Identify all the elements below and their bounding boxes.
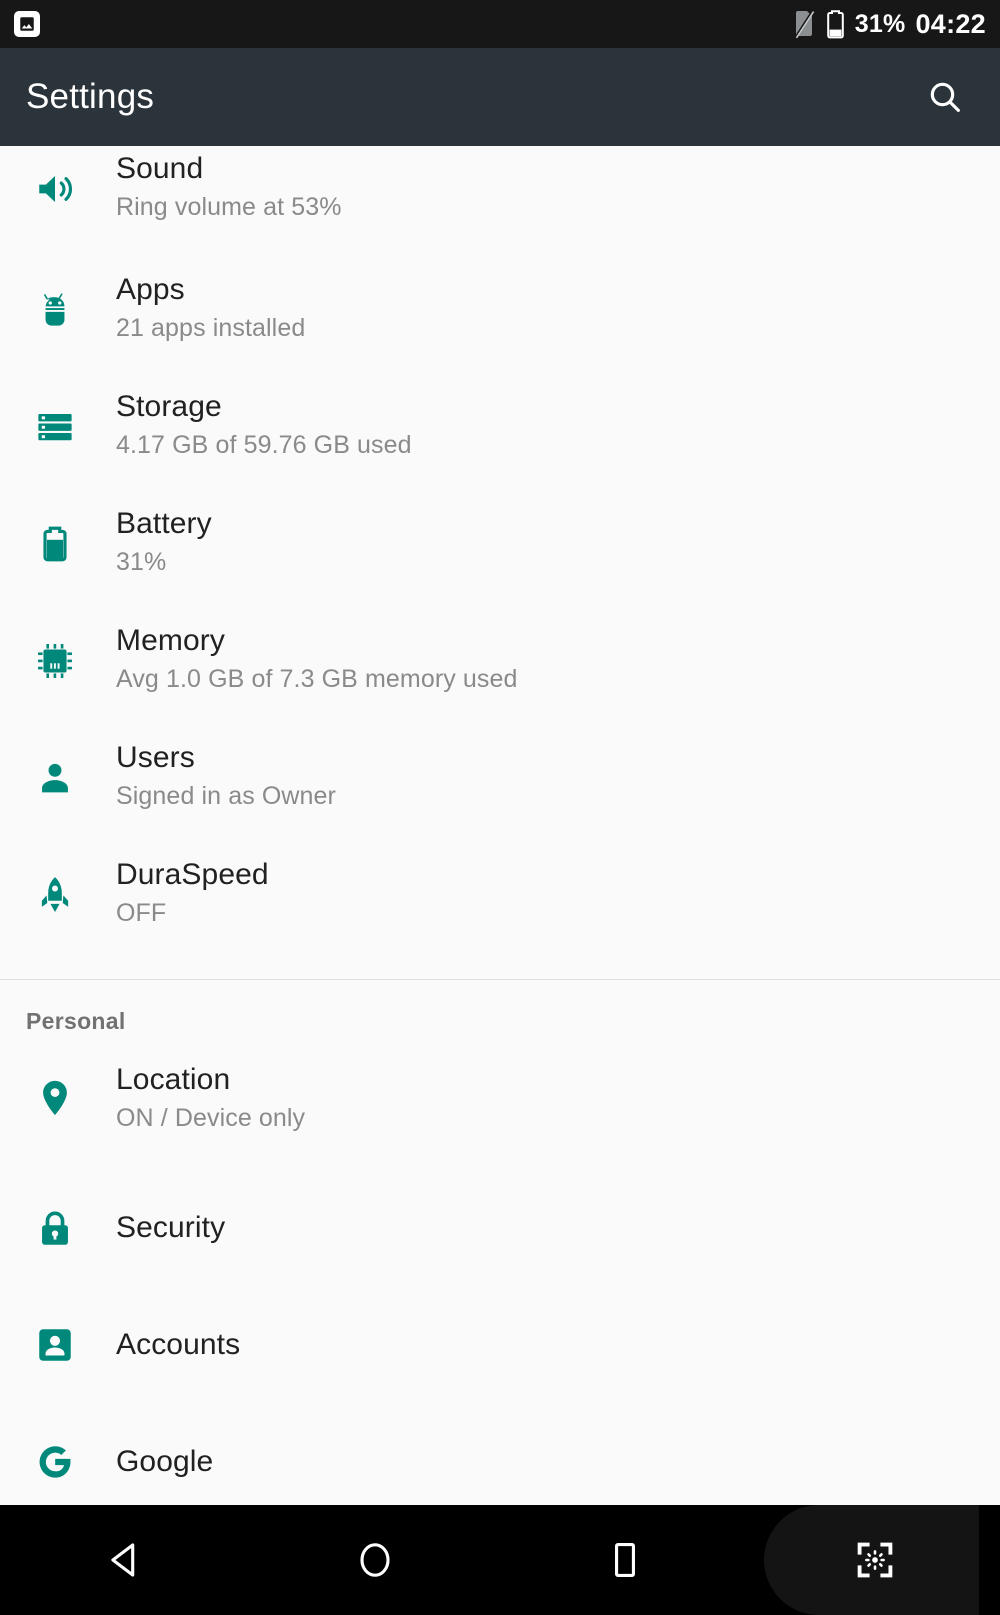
settings-row-accounts[interactable]: Accounts	[0, 1286, 1000, 1403]
row-title: Sound	[116, 152, 204, 185]
row-title: Apps	[116, 273, 185, 306]
row-title: Accounts	[116, 1327, 241, 1361]
google-g-icon	[24, 1439, 86, 1485]
recents-button[interactable]	[500, 1505, 750, 1615]
row-title: Location	[116, 1063, 231, 1096]
settings-row-security[interactable]: Security	[0, 1169, 1000, 1286]
android-settings-screen: 31% 04:22 Settings Sound Ring volume at …	[0, 0, 1000, 1615]
home-button[interactable]	[250, 1505, 500, 1615]
row-summary: 21 apps installed	[116, 313, 306, 342]
row-title: Users	[116, 741, 195, 774]
status-bar-system-icons: 31% 04:22	[794, 9, 986, 39]
row-title: Security	[116, 1210, 226, 1244]
section-header-personal: Personal	[26, 1008, 126, 1034]
row-summary: 31%	[116, 547, 167, 576]
search-button[interactable]	[916, 68, 974, 126]
settings-row-location[interactable]: Location ON / Device only	[0, 1041, 1000, 1169]
page-title: Settings	[26, 77, 155, 116]
settings-row-memory-text: Memory Avg 1.0 GB of 7.3 GB memory used	[86, 610, 518, 695]
settings-row-location-text: Location ON / Device only	[86, 1041, 305, 1134]
settings-row-sound-text: Sound Ring volume at 53%	[86, 146, 342, 223]
settings-row-users[interactable]: Users Signed in as Owner	[0, 727, 1000, 844]
back-triangle-icon	[103, 1538, 147, 1582]
search-icon	[925, 77, 965, 117]
settings-row-accounts-text: Accounts	[86, 1326, 240, 1364]
app-bar: Settings	[0, 48, 1000, 146]
android-apps-icon	[24, 259, 86, 331]
settings-row-google[interactable]: Google	[0, 1403, 1000, 1505]
settings-row-duraspeed-text: DuraSpeed OFF	[86, 844, 269, 929]
navigation-bar	[0, 1505, 1000, 1615]
settings-row-memory[interactable]: Memory Avg 1.0 GB of 7.3 GB memory used	[0, 610, 1000, 727]
battery-percentage: 31%	[854, 9, 906, 38]
back-button[interactable]	[0, 1505, 250, 1615]
rocket-icon	[24, 844, 86, 916]
recents-square-icon	[603, 1538, 647, 1582]
row-summary: Ring volume at 53%	[116, 192, 342, 221]
row-title: DuraSpeed	[116, 858, 269, 891]
home-circle-icon	[353, 1538, 397, 1582]
storage-icon	[24, 376, 86, 448]
clock: 04:22	[915, 8, 986, 39]
status-bar-notifications	[14, 11, 40, 37]
settings-row-apps[interactable]: Apps 21 apps installed	[0, 259, 1000, 376]
row-summary: ON / Device only	[116, 1103, 306, 1132]
battery-icon	[826, 9, 845, 39]
row-summary: Signed in as Owner	[116, 781, 336, 810]
sound-volume-icon	[24, 146, 86, 210]
row-title: Storage	[116, 390, 222, 423]
no-sim-icon	[794, 9, 816, 39]
screenshot-image-icon	[14, 11, 40, 37]
screenshot-button[interactable]	[750, 1505, 1000, 1615]
status-bar: 31% 04:22	[0, 0, 1000, 48]
settings-row-storage-text: Storage 4.17 GB of 59.76 GB used	[86, 376, 412, 461]
settings-row-security-text: Security	[86, 1209, 225, 1247]
user-person-icon	[24, 727, 86, 799]
settings-list[interactable]: Sound Ring volume at 53% Apps 21 apps in…	[0, 146, 1000, 1505]
settings-row-battery-text: Battery 31%	[86, 493, 212, 578]
location-pin-icon	[24, 1041, 86, 1119]
row-summary: 4.17 GB of 59.76 GB used	[116, 430, 412, 459]
row-title: Google	[116, 1444, 214, 1478]
settings-row-storage[interactable]: Storage 4.17 GB of 59.76 GB used	[0, 376, 1000, 493]
row-title: Battery	[116, 507, 212, 540]
settings-row-sound[interactable]: Sound Ring volume at 53%	[0, 146, 1000, 259]
settings-row-users-text: Users Signed in as Owner	[86, 727, 336, 812]
row-title: Memory	[116, 624, 225, 657]
battery-icon	[24, 493, 86, 565]
row-summary: Avg 1.0 GB of 7.3 GB memory used	[116, 664, 518, 693]
settings-row-duraspeed[interactable]: DuraSpeed OFF	[0, 844, 1000, 961]
memory-chip-icon	[24, 610, 86, 682]
row-summary: OFF	[116, 898, 167, 927]
screenshot-capture-icon	[853, 1538, 897, 1582]
settings-row-apps-text: Apps 21 apps installed	[86, 259, 305, 344]
lock-icon	[24, 1207, 86, 1249]
accounts-icon	[24, 1324, 86, 1366]
settings-row-battery[interactable]: Battery 31%	[0, 493, 1000, 610]
app-bar-actions	[916, 68, 974, 126]
settings-row-google-text: Google	[86, 1443, 213, 1481]
